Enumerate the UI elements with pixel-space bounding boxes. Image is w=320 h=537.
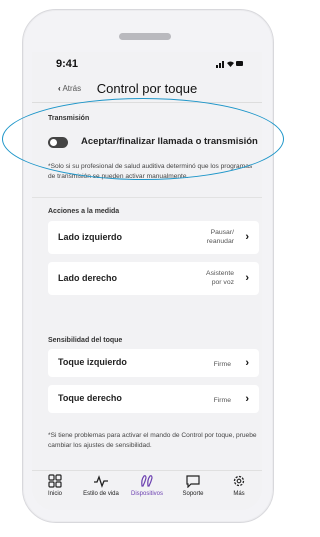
tab-label: Más	[233, 491, 245, 497]
tab-devices[interactable]: Dispositivos	[124, 474, 170, 497]
card-value: Firme	[213, 361, 231, 368]
status-time: 9:41	[56, 58, 79, 70]
tab-more[interactable]: Más	[216, 474, 262, 497]
left-side-action-card[interactable]: Lado izquierdo Pausar/reanudar ›	[48, 221, 259, 254]
chevron-right-icon: ›	[245, 231, 249, 243]
hearing-aids-icon	[124, 474, 170, 490]
card-title: Toque izquierdo	[58, 357, 127, 367]
tab-bar: Inicio Estilo de vida Dispositivos Sopor…	[32, 470, 262, 510]
tab-lifestyle[interactable]: Estilo de vida	[78, 474, 124, 497]
card-title: Toque derecho	[58, 393, 122, 403]
gear-icon	[216, 474, 262, 490]
phone-speaker-notch	[119, 33, 171, 40]
sensitivity-section-label: Sensibilidad del toque	[48, 337, 123, 344]
card-value: Firme	[213, 397, 231, 404]
card-value: Asistente por voz	[206, 270, 234, 286]
highlight-annotation-ellipse	[2, 98, 284, 180]
tab-home[interactable]: Inicio	[32, 474, 78, 497]
divider	[32, 197, 262, 198]
right-tap-sensitivity-card[interactable]: Toque derecho Firme ›	[48, 385, 259, 413]
tab-support[interactable]: Soporte	[170, 474, 216, 497]
chat-icon	[170, 474, 216, 490]
chevron-right-icon: ›	[245, 393, 249, 405]
page-title: Control por toque	[96, 81, 198, 96]
grid-icon	[32, 474, 78, 490]
tab-label: Inicio	[47, 491, 62, 497]
chevron-right-icon: ›	[245, 272, 249, 284]
status-bar: 9:41	[32, 52, 262, 74]
card-title: Lado izquierdo	[58, 232, 122, 242]
custom-actions-section-label: Acciones a la medida	[48, 208, 120, 215]
signal-wifi-battery-icon	[216, 59, 244, 70]
right-side-action-card[interactable]: Lado derecho Asistente por voz ›	[48, 262, 259, 295]
tab-label: Soporte	[182, 491, 204, 497]
card-value: Pausar/reanudar	[206, 229, 234, 245]
tab-label: Dispositivos	[130, 491, 163, 497]
card-title: Lado derecho	[58, 273, 118, 283]
chevron-right-icon: ›	[245, 357, 249, 369]
pulse-icon	[78, 474, 124, 490]
tab-label: Estilo de vida	[83, 491, 119, 497]
left-tap-sensitivity-card[interactable]: Toque izquierdo Firme ›	[48, 349, 259, 377]
sensitivity-note: *Si tiene problemas para activar el mand…	[48, 432, 257, 449]
